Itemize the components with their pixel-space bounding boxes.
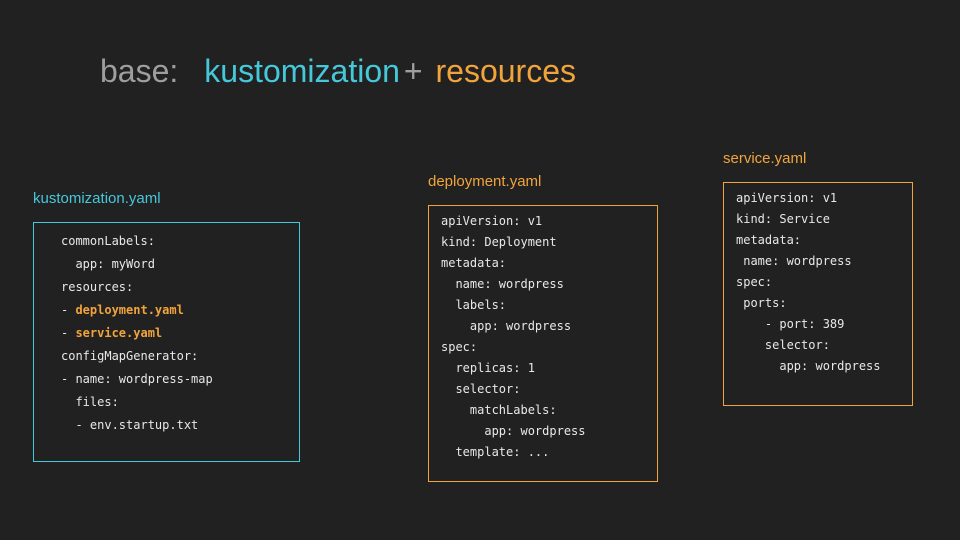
code-text: spec:: [736, 275, 773, 289]
slide-title: base: kustomization + resources: [100, 52, 576, 90]
code-line: template: ...: [441, 442, 657, 463]
code-line: resources:: [61, 276, 299, 299]
code-line: name: wordpress: [441, 274, 657, 295]
panel-label-kustomization: kustomization.yaml: [33, 190, 161, 207]
code-box-service: apiVersion: v1 kind: Service metadata: nam…: [723, 182, 913, 406]
code-line: selector:: [736, 335, 912, 356]
code-line: spec:: [441, 337, 657, 358]
title-base: base:: [100, 53, 179, 89]
code-text: apiVersion: v1: [441, 214, 543, 228]
code-text: -: [61, 326, 76, 340]
code-box-deployment: apiVersion: v1 kind: Deployment metadata: …: [428, 205, 658, 482]
code-text: app: wordpress: [736, 359, 881, 373]
code-highlight: deployment.yaml: [75, 303, 184, 317]
code-text: matchLabels:: [441, 403, 557, 417]
code-line: spec:: [736, 272, 912, 293]
code-line: app: myWord: [61, 253, 299, 276]
code-text: selector:: [441, 382, 521, 396]
code-text: app: wordpress: [441, 319, 572, 333]
code-text: replicas: 1: [441, 361, 535, 375]
slide: base: kustomization + resources kustomizat…: [0, 0, 960, 540]
code-line: - name: wordpress-map: [61, 368, 299, 391]
code-line: - env.startup.txt: [61, 414, 299, 437]
code-text: apiVersion: v1: [736, 191, 838, 205]
code-text: commonLabels:: [61, 234, 155, 248]
code-line: apiVersion: v1: [441, 211, 657, 232]
code-line: apiVersion: v1: [736, 188, 912, 209]
code-text: labels:: [441, 298, 507, 312]
code-text: app: wordpress: [441, 424, 586, 438]
code-text: files:: [61, 395, 119, 409]
code-line: files:: [61, 391, 299, 414]
title-resources: resources: [435, 53, 577, 89]
code-line: metadata:: [441, 253, 657, 274]
code-text: configMapGenerator:: [61, 349, 199, 363]
panel-kustomization: kustomization.yaml commonLabels: app: my…: [33, 189, 300, 462]
code-line: - deployment.yaml: [61, 299, 299, 322]
title-plus: +: [403, 53, 423, 89]
panel-label-service: service.yaml: [723, 150, 807, 167]
code-text: name: wordpress: [441, 277, 564, 291]
code-line: ports:: [736, 293, 912, 314]
code-text: - env.startup.txt: [61, 418, 199, 432]
code-text: metadata:: [736, 233, 802, 247]
panel-deployment: deployment.yaml apiVersion: v1 kind: Depl…: [428, 172, 658, 482]
code-text: resources:: [61, 280, 134, 294]
code-line: kind: Deployment: [441, 232, 657, 253]
code-text: template: ...: [441, 445, 550, 459]
code-text: kind: Service: [736, 212, 830, 226]
code-line: app: wordpress: [441, 316, 657, 337]
code-text: ports:: [736, 296, 787, 310]
code-line: configMapGenerator:: [61, 345, 299, 368]
code-line: app: wordpress: [736, 356, 912, 377]
code-line: commonLabels:: [61, 230, 299, 253]
code-text: spec:: [441, 340, 478, 354]
code-text: app: myWord: [61, 257, 155, 271]
code-line: replicas: 1: [441, 358, 657, 379]
code-text: -: [61, 303, 76, 317]
code-line: metadata:: [736, 230, 912, 251]
code-line: - port: 389: [736, 314, 912, 335]
code-text: - name: wordpress-map: [61, 372, 213, 386]
code-highlight: service.yaml: [75, 326, 163, 340]
code-box-kustomization: commonLabels: app: myWord resources: - dep…: [33, 222, 300, 462]
code-line: kind: Service: [736, 209, 912, 230]
code-line: labels:: [441, 295, 657, 316]
code-text: kind: Deployment: [441, 235, 557, 249]
code-text: metadata:: [441, 256, 507, 270]
panel-service: service.yaml apiVersion: v1 kind: Service…: [723, 149, 913, 406]
title-kustomization: kustomization: [204, 53, 400, 89]
code-text: name: wordpress: [736, 254, 852, 268]
code-line: name: wordpress: [736, 251, 912, 272]
code-line: matchLabels:: [441, 400, 657, 421]
code-line: - service.yaml: [61, 322, 299, 345]
panel-label-deployment: deployment.yaml: [428, 173, 542, 190]
code-line: app: wordpress: [441, 421, 657, 442]
code-text: - port: 389: [736, 317, 845, 331]
code-line: selector:: [441, 379, 657, 400]
code-text: selector:: [736, 338, 830, 352]
